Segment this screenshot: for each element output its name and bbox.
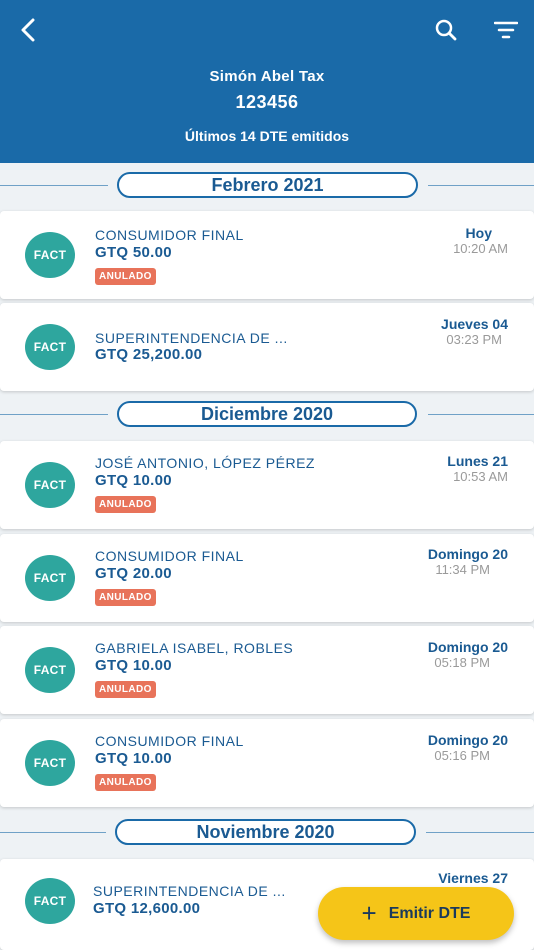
filter-button[interactable] [488, 12, 524, 48]
invoice-amount: GTQ 25,200.00 [95, 346, 203, 363]
doc-type-avatar: FACT [25, 740, 75, 786]
invoice-card[interactable]: FACT GABRIELA ISABEL, ROBLES GTQ 10.00 A… [0, 626, 534, 714]
app-header: Simón Abel Tax 123456 Últimos 14 DTE emi… [0, 0, 534, 163]
month-separator: Diciembre 2020 [0, 401, 534, 429]
invoice-amount: GTQ 50.00 [95, 244, 172, 261]
doc-type-avatar: FACT [25, 555, 75, 601]
invoice-time: 10:53 AM [453, 469, 508, 484]
filter-icon [494, 21, 518, 39]
invoice-time: 05:18 PM [434, 655, 490, 670]
invoice-day: Domingo 20 [427, 546, 508, 562]
invoice-card[interactable]: FACT CONSUMIDOR FINAL GTQ 20.00 ANULADO … [0, 534, 534, 622]
search-icon [435, 19, 457, 41]
invoice-recipient: SUPERINTENDENCIA DE ... [95, 330, 288, 346]
status-badge: ANULADO [95, 496, 156, 513]
emit-dte-button[interactable]: + Emitir DTE [318, 887, 514, 940]
month-separator: Noviembre 2020 [0, 819, 534, 847]
invoice-time: 10:20 AM [453, 241, 508, 256]
emit-dte-label: Emitir DTE [388, 904, 471, 922]
month-separator: Febrero 2021 [0, 172, 534, 200]
page-subtitle: Últimos 14 DTE emitidos [184, 128, 350, 144]
month-label: Noviembre 2020 [115, 819, 416, 845]
invoice-card[interactable]: FACT JOSÉ ANTONIO, LÓPEZ PÉREZ GTQ 10.00… [0, 441, 534, 529]
status-badge: ANULADO [95, 589, 156, 606]
doc-type-avatar: FACT [25, 647, 75, 693]
status-badge: ANULADO [95, 774, 156, 791]
invoice-amount: GTQ 10.00 [95, 750, 172, 767]
search-button[interactable] [428, 12, 464, 48]
doc-type-avatar: FACT [25, 878, 75, 924]
invoice-recipient: JOSÉ ANTONIO, LÓPEZ PÉREZ [95, 455, 315, 471]
invoice-amount: GTQ 10.00 [95, 472, 172, 489]
invoice-amount: GTQ 12,600.00 [93, 900, 201, 917]
doc-type-avatar: FACT [25, 232, 75, 278]
status-badge: ANULADO [95, 268, 156, 285]
invoice-card[interactable]: FACT SUPERINTENDENCIA DE ... GTQ 25,200.… [0, 303, 534, 391]
invoice-day: Domingo 20 [427, 732, 508, 748]
status-badge: ANULADO [95, 681, 156, 698]
invoice-time: 05:16 PM [434, 748, 490, 763]
invoice-day: Domingo 20 [427, 639, 508, 655]
invoice-time: 11:34 PM [435, 562, 490, 577]
chevron-left-icon [21, 18, 35, 42]
month-label: Diciembre 2020 [117, 401, 417, 427]
doc-type-avatar: FACT [25, 462, 75, 508]
invoice-card[interactable]: FACT CONSUMIDOR FINAL GTQ 10.00 ANULADO … [0, 719, 534, 807]
invoice-recipient: SUPERINTENDENCIA DE ... [93, 883, 286, 899]
invoice-recipient: CONSUMIDOR FINAL [95, 733, 244, 749]
invoice-recipient: CONSUMIDOR FINAL [95, 548, 244, 564]
invoice-amount: GTQ 10.00 [95, 657, 172, 674]
invoice-recipient: CONSUMIDOR FINAL [95, 227, 244, 243]
invoice-card[interactable]: FACT CONSUMIDOR FINAL GTQ 50.00 ANULADO … [0, 211, 534, 299]
user-id: 123456 [235, 92, 299, 112]
back-button[interactable] [10, 12, 46, 48]
invoice-amount: GTQ 20.00 [95, 565, 172, 582]
invoice-recipient: GABRIELA ISABEL, ROBLES [95, 640, 294, 656]
plus-icon: + [361, 897, 377, 928]
invoice-day: Viernes 27 [438, 870, 508, 886]
user-name: Simón Abel Tax [209, 68, 325, 85]
invoice-day: Lunes 21 [447, 453, 508, 469]
invoice-time: 03:23 PM [446, 332, 502, 347]
doc-type-avatar: FACT [25, 324, 75, 370]
invoice-day: Hoy [465, 225, 492, 241]
invoice-day: Jueves 04 [441, 316, 508, 332]
month-label: Febrero 2021 [117, 172, 418, 198]
